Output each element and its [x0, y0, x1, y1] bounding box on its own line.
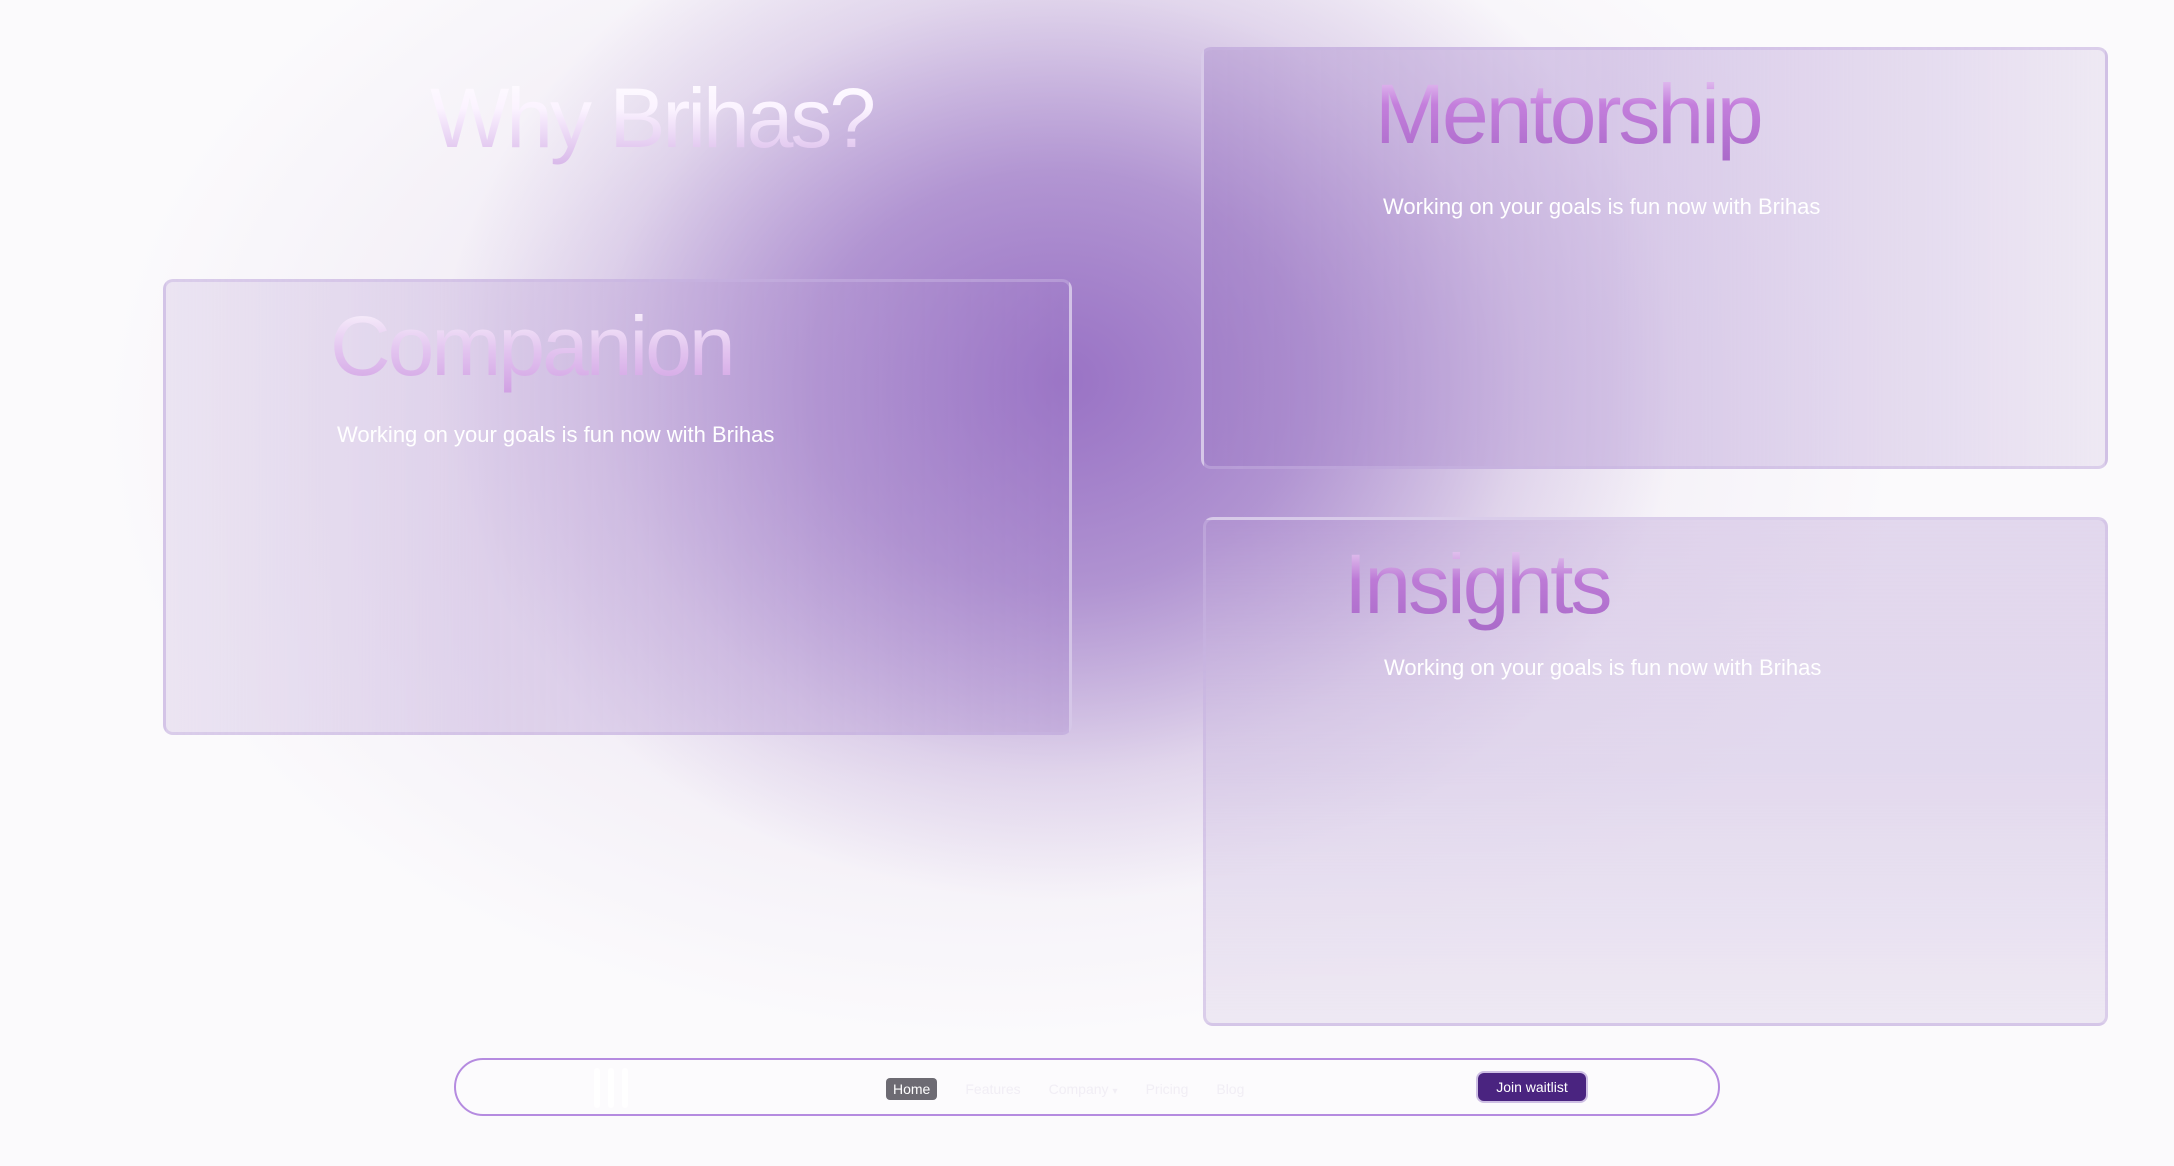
page-headline: Why Brihas? [430, 68, 876, 169]
insights-card-title: Insights [1344, 534, 1612, 635]
nav-links: Home Features Company ▾ Pricing Blog [886, 1077, 1272, 1101]
logo-icon[interactable] [594, 1068, 628, 1108]
nav-link-home[interactable]: Home [886, 1078, 938, 1100]
insights-card: Insights Working on your goals is fun no… [1203, 517, 2108, 1026]
companion-card: Companion Working on your goals is fun n… [163, 279, 1072, 735]
companion-card-title: Companion [330, 296, 736, 397]
nav-link-features[interactable]: Features [965, 1081, 1020, 1097]
mentorship-card-title: Mentorship [1375, 64, 1764, 165]
nav-link-pricing[interactable]: Pricing [1146, 1081, 1189, 1097]
join-waitlist-button[interactable]: Join waitlist [1478, 1073, 1586, 1101]
mentorship-card: Mentorship Working on your goals is fun … [1201, 47, 2108, 469]
insights-card-text: Working on your goals is fun now with Br… [1384, 655, 1822, 680]
nav-link-company[interactable]: Company ▾ [1049, 1081, 1118, 1097]
companion-card-text: Working on your goals is fun now with Br… [337, 422, 775, 447]
chevron-down-icon: ▾ [1112, 1086, 1118, 1097]
nav-link-blog[interactable]: Blog [1216, 1081, 1244, 1097]
bottom-navbar: Home Features Company ▾ Pricing Blog Join… [454, 1058, 1720, 1116]
mentorship-card-text: Working on your goals is fun now with Br… [1383, 194, 1821, 219]
nav-link-company-label: Company [1048, 1081, 1109, 1097]
